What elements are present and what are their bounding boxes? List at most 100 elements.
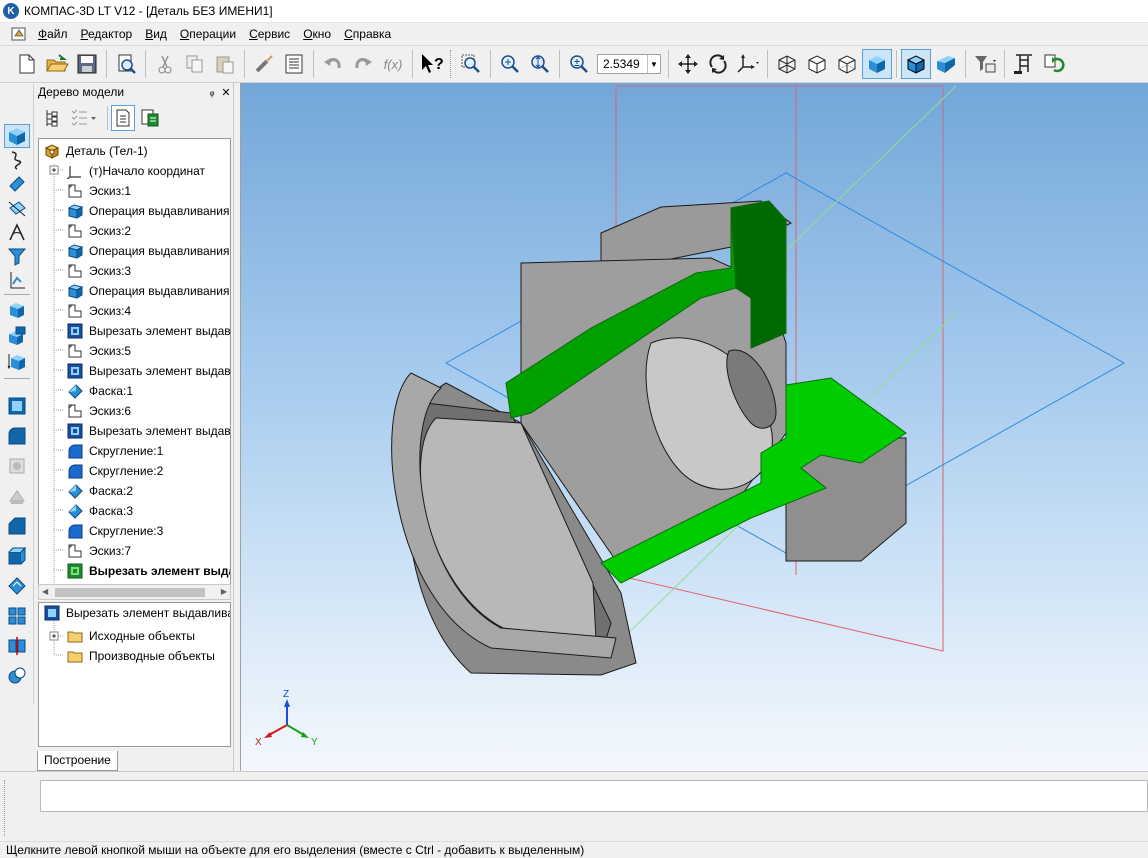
tree-item[interactable]: Эскиз:2 [67, 221, 131, 241]
tree-item[interactable]: Эскиз:7 [67, 541, 131, 561]
tree-item[interactable]: Скругление:3 [67, 521, 163, 541]
zoom-dynamic-icon[interactable] [495, 49, 525, 79]
view-filter-icon[interactable] [970, 49, 1000, 79]
rotate-icon[interactable] [703, 49, 733, 79]
tree-item[interactable]: Фаска:3 [67, 501, 133, 521]
menu-window[interactable]: Окно [297, 23, 338, 45]
new-document-icon[interactable] [12, 49, 42, 79]
tree-item[interactable]: Эскиз:1 [67, 181, 131, 201]
tree-item[interactable]: Операция выдавливания [67, 241, 229, 261]
tree-item[interactable]: Скругление:1 [67, 441, 163, 461]
tab-construction[interactable]: Построение [37, 751, 118, 771]
thin-hidden-lines-icon[interactable] [832, 49, 862, 79]
tree-item[interactable]: Фаска:1 [67, 381, 133, 401]
tree-item[interactable]: Скругление:2 [67, 461, 163, 481]
tree-item-label: Вырезать элемент выдав. [89, 364, 231, 378]
section-tool-icon[interactable] [4, 544, 30, 568]
tree-item[interactable]: Вырезать элемент выда [67, 561, 230, 581]
variables-table-icon[interactable] [279, 49, 309, 79]
menu-help[interactable]: Справка [338, 23, 398, 45]
function-fx-icon[interactable]: f(x) [378, 49, 408, 79]
surfaces-icon[interactable] [4, 172, 30, 196]
wireframe-icon[interactable] [772, 49, 802, 79]
context-help-icon[interactable]: ? [417, 49, 447, 79]
tree-root-part[interactable]: Деталь (Тел-1) [44, 141, 148, 161]
mirror-tool-icon[interactable] [4, 634, 30, 658]
save-icon[interactable] [72, 49, 102, 79]
cut-op-icon[interactable] [4, 350, 30, 374]
zoom-scale-select[interactable]: 2.5349 ▼ [597, 54, 661, 74]
tree-structure-icon[interactable] [40, 105, 64, 131]
paste-icon[interactable] [210, 49, 240, 79]
tree-display-mode-icon[interactable] [67, 105, 101, 131]
tree-item[interactable]: Вырезать элемент выдав. [67, 421, 230, 441]
redo-icon[interactable] [348, 49, 378, 79]
document-menu-icon[interactable] [10, 26, 28, 42]
tree-sync-icon[interactable] [138, 105, 162, 131]
main-toolbar: f(x) ? 2.5349 ▼ [0, 45, 1148, 83]
extrude-op-icon[interactable] [4, 298, 30, 322]
draft-tool-icon[interactable] [4, 574, 30, 598]
perspective-icon[interactable] [931, 49, 961, 79]
copy-icon[interactable] [180, 49, 210, 79]
specification-icon[interactable] [4, 268, 30, 292]
library-tree-icon[interactable] [1009, 49, 1039, 79]
relations-root[interactable]: Вырезать элемент выдавлива [44, 603, 230, 623]
menu-file[interactable]: Файл [32, 23, 75, 45]
print-preview-icon[interactable] [111, 49, 141, 79]
spatial-curves-icon[interactable] [4, 148, 30, 172]
hidden-lines-icon[interactable] [802, 49, 832, 79]
zoom-fit-icon[interactable] [525, 49, 555, 79]
folder-icon [67, 651, 83, 663]
shaded-edges-icon[interactable] [901, 49, 931, 79]
model-viewport[interactable]: Z Y X [240, 83, 1148, 771]
tree-tab-bar: Построение [35, 751, 234, 771]
menu-operations[interactable]: Операции [174, 23, 243, 45]
boolean-tool-icon[interactable] [4, 664, 30, 688]
array-tool-icon[interactable] [4, 604, 30, 628]
tree-item[interactable]: Эскиз:6 [67, 401, 131, 421]
pin-icon[interactable]: ᵩ [205, 86, 219, 98]
properties-panel-content[interactable] [40, 780, 1148, 812]
undo-icon[interactable] [318, 49, 348, 79]
source-objects-folder[interactable]: Исходные объекты [67, 626, 195, 646]
zoom-scale-icon[interactable] [564, 49, 594, 79]
menu-view[interactable]: Вид [139, 23, 174, 45]
measure-icon[interactable] [4, 220, 30, 244]
shaded-icon[interactable] [862, 49, 892, 79]
properties-brush-icon[interactable] [249, 49, 279, 79]
tree-item[interactable]: Эскиз:4 [67, 301, 131, 321]
rib-disabled-icon[interactable] [4, 484, 30, 508]
tree-item[interactable]: Эскиз:3 [67, 261, 131, 281]
zoom-window-icon[interactable] [456, 49, 486, 79]
derived-objects-folder[interactable]: Производные объекты [67, 646, 215, 666]
fillet-tool-icon[interactable] [4, 424, 30, 448]
extrude-stack-icon[interactable] [4, 324, 30, 348]
pan-icon[interactable] [673, 49, 703, 79]
hole-icon[interactable] [4, 394, 30, 418]
chevron-down-icon[interactable]: ▼ [647, 55, 660, 73]
tree-item[interactable]: (т)Начало координат [67, 161, 205, 181]
tree-item[interactable]: Фаска:2 [67, 481, 133, 501]
auxiliary-geometry-icon[interactable] [4, 196, 30, 220]
cut-icon[interactable] [150, 49, 180, 79]
tree-item[interactable]: Вырезать элемент выдав. [67, 321, 230, 341]
chamfer-tool-icon[interactable] [4, 514, 30, 538]
part-editing-icon[interactable] [4, 124, 30, 148]
scrollbar-thumb[interactable] [55, 588, 205, 597]
menu-service[interactable]: Сервис [243, 23, 297, 45]
tree-item[interactable]: Операция выдавливания [67, 281, 229, 301]
refresh-icon[interactable] [1039, 49, 1069, 79]
model-3d-view[interactable]: Z Y X [241, 83, 1148, 771]
open-folder-icon[interactable] [42, 49, 72, 79]
tree-horizontal-scrollbar-top[interactable]: ◀ ▶ [38, 584, 231, 600]
shell-disabled-icon[interactable] [4, 454, 30, 478]
tree-list-view-icon[interactable] [111, 105, 135, 131]
orientation-icon[interactable] [733, 49, 763, 79]
menu-editor[interactable]: Редактор [75, 23, 140, 45]
close-icon[interactable]: ✕ [219, 86, 233, 99]
tree-item[interactable]: Эскиз:5 [67, 341, 131, 361]
tree-item[interactable]: Операция выдавливания [67, 201, 229, 221]
filter-icon[interactable] [4, 244, 30, 268]
tree-item[interactable]: Вырезать элемент выдав. [67, 361, 231, 381]
